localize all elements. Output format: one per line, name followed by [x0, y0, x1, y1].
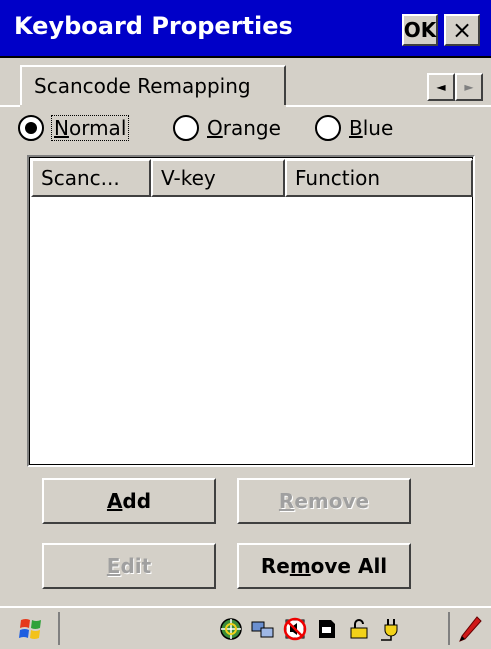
tab-scroll-right-button[interactable]: ►: [455, 73, 483, 101]
add-button[interactable]: Add: [42, 478, 216, 524]
radio-normal-circle[interactable]: [18, 115, 44, 141]
ok-button[interactable]: OK: [402, 14, 438, 46]
taskbar: [0, 606, 491, 649]
radio-orange-label[interactable]: Orange: [207, 116, 281, 140]
column-header-function[interactable]: Function: [285, 159, 473, 197]
edit-button[interactable]: Edit: [42, 543, 216, 589]
pen-icon[interactable]: [448, 612, 490, 645]
radio-normal-label[interactable]: Normal: [50, 115, 130, 141]
remove-all-button[interactable]: Re m ove All: [237, 543, 411, 589]
radio-orange[interactable]: Orange: [173, 112, 281, 144]
lock-icon[interactable]: [346, 616, 372, 642]
storage-card-icon[interactable]: [314, 616, 340, 642]
radio-blue-circle[interactable]: [315, 115, 341, 141]
radio-orange-circle[interactable]: [173, 115, 199, 141]
column-header-vkey[interactable]: V-key: [151, 159, 285, 197]
remove-button[interactable]: Remove: [237, 478, 411, 524]
tab-scroll-buttons: ◄ ►: [427, 73, 483, 101]
no-sound-icon[interactable]: [282, 616, 308, 642]
tab-scroll-left-button[interactable]: ◄: [427, 73, 455, 101]
list-header: Scanc... V-key Function: [31, 159, 473, 197]
tab-divider: [286, 105, 491, 107]
window-title: Keyboard Properties: [14, 12, 293, 40]
network-connection-icon[interactable]: [250, 616, 276, 642]
radio-normal[interactable]: Normal: [18, 112, 130, 144]
column-header-scancode[interactable]: Scanc...: [31, 159, 151, 197]
title-bar: Keyboard Properties OK ×: [0, 0, 491, 58]
tab-label: Scancode Remapping: [34, 74, 251, 98]
close-button[interactable]: ×: [444, 14, 480, 46]
network-globe-icon[interactable]: [218, 616, 244, 642]
start-button[interactable]: [4, 612, 60, 645]
windows-flag-icon: [19, 618, 41, 639]
scancode-list[interactable]: Scanc... V-key Function: [27, 155, 475, 467]
system-tray: [218, 612, 404, 645]
tab-scancode-remapping[interactable]: Scancode Remapping: [20, 65, 286, 105]
radio-blue[interactable]: Blue: [315, 112, 393, 144]
tab-divider: [0, 105, 20, 107]
power-plug-icon[interactable]: [378, 616, 404, 642]
radio-blue-label[interactable]: Blue: [349, 116, 393, 140]
